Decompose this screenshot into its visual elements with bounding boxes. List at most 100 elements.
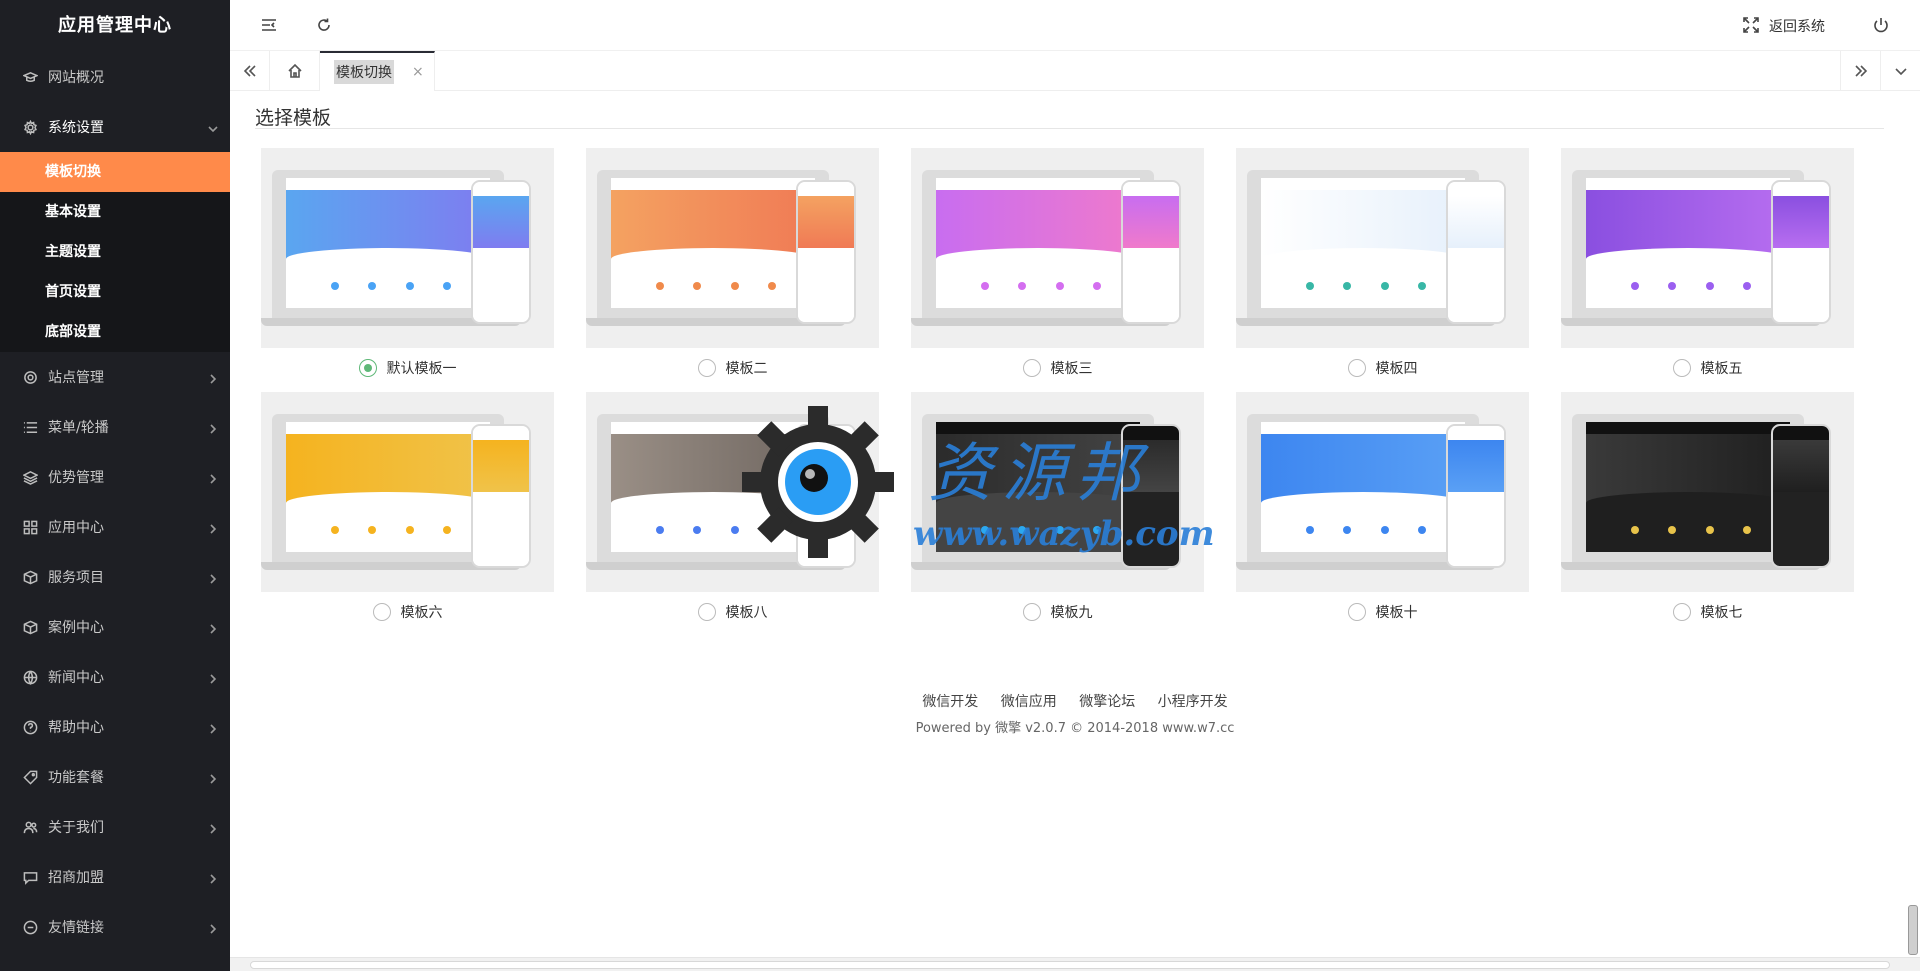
sidebar-subitem-theme-settings[interactable]: 主题设置 bbox=[0, 232, 230, 272]
phone-mockup bbox=[471, 180, 531, 324]
radio-button[interactable] bbox=[1672, 359, 1691, 377]
template-label: 模板九 bbox=[1050, 605, 1093, 621]
radio-button[interactable] bbox=[1347, 359, 1366, 377]
power-icon[interactable] bbox=[1872, 16, 1890, 34]
chat-icon bbox=[22, 869, 38, 885]
template-card[interactable]: 模板六 bbox=[261, 392, 554, 632]
template-card[interactable]: 默认模板一 bbox=[261, 148, 554, 388]
template-radio-option[interactable]: 默认模板一 bbox=[261, 348, 554, 388]
apps-grid-icon bbox=[22, 519, 38, 535]
sidebar-item-about[interactable]: 关于我们 bbox=[0, 802, 230, 852]
template-label: 模板八 bbox=[725, 605, 768, 621]
template-radio-option[interactable]: 模板四 bbox=[1236, 348, 1529, 388]
sidebar-item-links[interactable]: 友情链接 bbox=[0, 902, 230, 952]
radio-button[interactable] bbox=[697, 603, 716, 621]
template-card[interactable]: 模板九 bbox=[911, 392, 1204, 632]
template-card[interactable]: 模板四 bbox=[1236, 148, 1529, 388]
radio-button[interactable] bbox=[1022, 359, 1041, 377]
sidebar-item-packages[interactable]: 功能套餐 bbox=[0, 752, 230, 802]
radio-button[interactable] bbox=[1022, 603, 1041, 621]
sidebar-item-site-management[interactable]: 站点管理 bbox=[0, 352, 230, 402]
sidebar-item-system-settings[interactable]: 系统设置 bbox=[0, 102, 230, 152]
radio-button[interactable] bbox=[358, 359, 377, 377]
template-thumbnail[interactable] bbox=[1236, 392, 1529, 592]
sidebar-subitem-template-switch[interactable]: 模板切换 bbox=[0, 152, 230, 192]
tab-template-switch[interactable]: 模板切换 × bbox=[320, 51, 435, 91]
template-thumbnail[interactable] bbox=[911, 148, 1204, 348]
template-radio-option[interactable]: 模板二 bbox=[586, 348, 879, 388]
divider bbox=[255, 128, 1884, 129]
scroll-left-icon[interactable] bbox=[230, 51, 270, 91]
sidebar-submenu: 模板切换 基本设置 主题设置 首页设置 底部设置 bbox=[0, 152, 230, 352]
phone-mockup bbox=[1446, 180, 1506, 324]
chevron-right-icon bbox=[208, 372, 218, 384]
footer-link-wechat-dev[interactable]: 微信开发 bbox=[922, 694, 978, 710]
sidebar-item-help[interactable]: 帮助中心 bbox=[0, 702, 230, 752]
template-thumbnail[interactable] bbox=[1236, 148, 1529, 348]
scrollbar-thumb[interactable] bbox=[250, 961, 1890, 969]
gear-icon bbox=[22, 119, 38, 135]
close-icon[interactable]: × bbox=[412, 64, 424, 80]
sidebar-item-label: 新闻中心 bbox=[48, 670, 104, 686]
footer-link-wechat-apps[interactable]: 微信应用 bbox=[1001, 694, 1057, 710]
sidebar-item-franchise[interactable]: 招商加盟 bbox=[0, 852, 230, 902]
radio-button[interactable] bbox=[1672, 603, 1691, 621]
radio-button[interactable] bbox=[697, 359, 716, 377]
laptop-mockup bbox=[1247, 170, 1479, 318]
radio-button[interactable] bbox=[372, 603, 391, 621]
sidebar-item-overview[interactable]: 网站概况 bbox=[0, 52, 230, 102]
template-card[interactable]: 模板二 bbox=[586, 148, 879, 388]
chevron-down-icon[interactable] bbox=[1880, 51, 1920, 91]
horizontal-scrollbar[interactable] bbox=[230, 957, 1920, 971]
sidebar-item-cases[interactable]: 案例中心 bbox=[0, 602, 230, 652]
template-radio-option[interactable]: 模板八 bbox=[586, 592, 879, 632]
sidebar-subitem-basic-settings[interactable]: 基本设置 bbox=[0, 192, 230, 232]
chevron-down-icon bbox=[208, 122, 218, 133]
template-thumbnail[interactable] bbox=[261, 148, 554, 348]
back-to-system-link[interactable]: 返回系统 bbox=[1769, 16, 1825, 36]
home-icon[interactable] bbox=[270, 51, 320, 91]
sidebar-item-services[interactable]: 服务项目 bbox=[0, 552, 230, 602]
chevron-right-icon bbox=[208, 872, 218, 884]
footer-link-forum[interactable]: 微擎论坛 bbox=[1079, 694, 1135, 710]
sidebar-item-app-center[interactable]: 应用中心 bbox=[0, 502, 230, 552]
vertical-scroll-grip[interactable] bbox=[1908, 905, 1918, 955]
sidebar-subitem-home-settings[interactable]: 首页设置 bbox=[0, 272, 230, 312]
laptop-mockup bbox=[597, 414, 829, 562]
template-thumbnail[interactable] bbox=[911, 392, 1204, 592]
sidebar-item-advantages[interactable]: 优势管理 bbox=[0, 452, 230, 502]
template-card[interactable]: 模板五 bbox=[1561, 148, 1854, 388]
laptop-screen bbox=[1586, 422, 1790, 552]
sidebar-item-menu-carousel[interactable]: 菜单/轮播 bbox=[0, 402, 230, 452]
template-radio-option[interactable]: 模板十 bbox=[1236, 592, 1529, 632]
template-card[interactable]: 模板七 bbox=[1561, 392, 1854, 632]
template-radio-option[interactable]: 模板六 bbox=[261, 592, 554, 632]
template-radio-option[interactable]: 模板五 bbox=[1561, 348, 1854, 388]
template-thumbnail[interactable] bbox=[586, 392, 879, 592]
top-header: 返回系统 bbox=[230, 0, 1920, 51]
template-thumbnail[interactable] bbox=[1561, 148, 1854, 348]
laptop-mockup bbox=[597, 170, 829, 318]
template-thumbnail[interactable] bbox=[1561, 392, 1854, 592]
template-card[interactable]: 模板十 bbox=[1236, 392, 1529, 632]
footer-link-miniprogram[interactable]: 小程序开发 bbox=[1158, 694, 1228, 710]
template-radio-option[interactable]: 模板七 bbox=[1561, 592, 1854, 632]
refresh-icon[interactable] bbox=[315, 16, 333, 34]
sidebar-item-news[interactable]: 新闻中心 bbox=[0, 652, 230, 702]
footer: 微信开发 微信应用 微擎论坛 小程序开发 Powered by 微擎 v2.0.… bbox=[230, 691, 1920, 736]
cube-icon bbox=[22, 619, 38, 635]
sidebar-subitem-footer-settings[interactable]: 底部设置 bbox=[0, 312, 230, 352]
users-icon bbox=[22, 819, 38, 835]
phone-mockup bbox=[471, 424, 531, 568]
template-thumbnail[interactable] bbox=[261, 392, 554, 592]
template-radio-option[interactable]: 模板三 bbox=[911, 348, 1204, 388]
collapse-menu-icon[interactable] bbox=[260, 16, 278, 34]
template-card[interactable]: 模板三 bbox=[911, 148, 1204, 388]
template-radio-option[interactable]: 模板九 bbox=[911, 592, 1204, 632]
radio-button[interactable] bbox=[1347, 603, 1366, 621]
template-card[interactable]: 模板八 bbox=[586, 392, 879, 632]
scroll-right-icon[interactable] bbox=[1840, 51, 1880, 91]
footer-links: 微信开发 微信应用 微擎论坛 小程序开发 bbox=[230, 691, 1920, 711]
template-thumbnail[interactable] bbox=[586, 148, 879, 348]
fullscreen-icon[interactable] bbox=[1742, 16, 1760, 34]
